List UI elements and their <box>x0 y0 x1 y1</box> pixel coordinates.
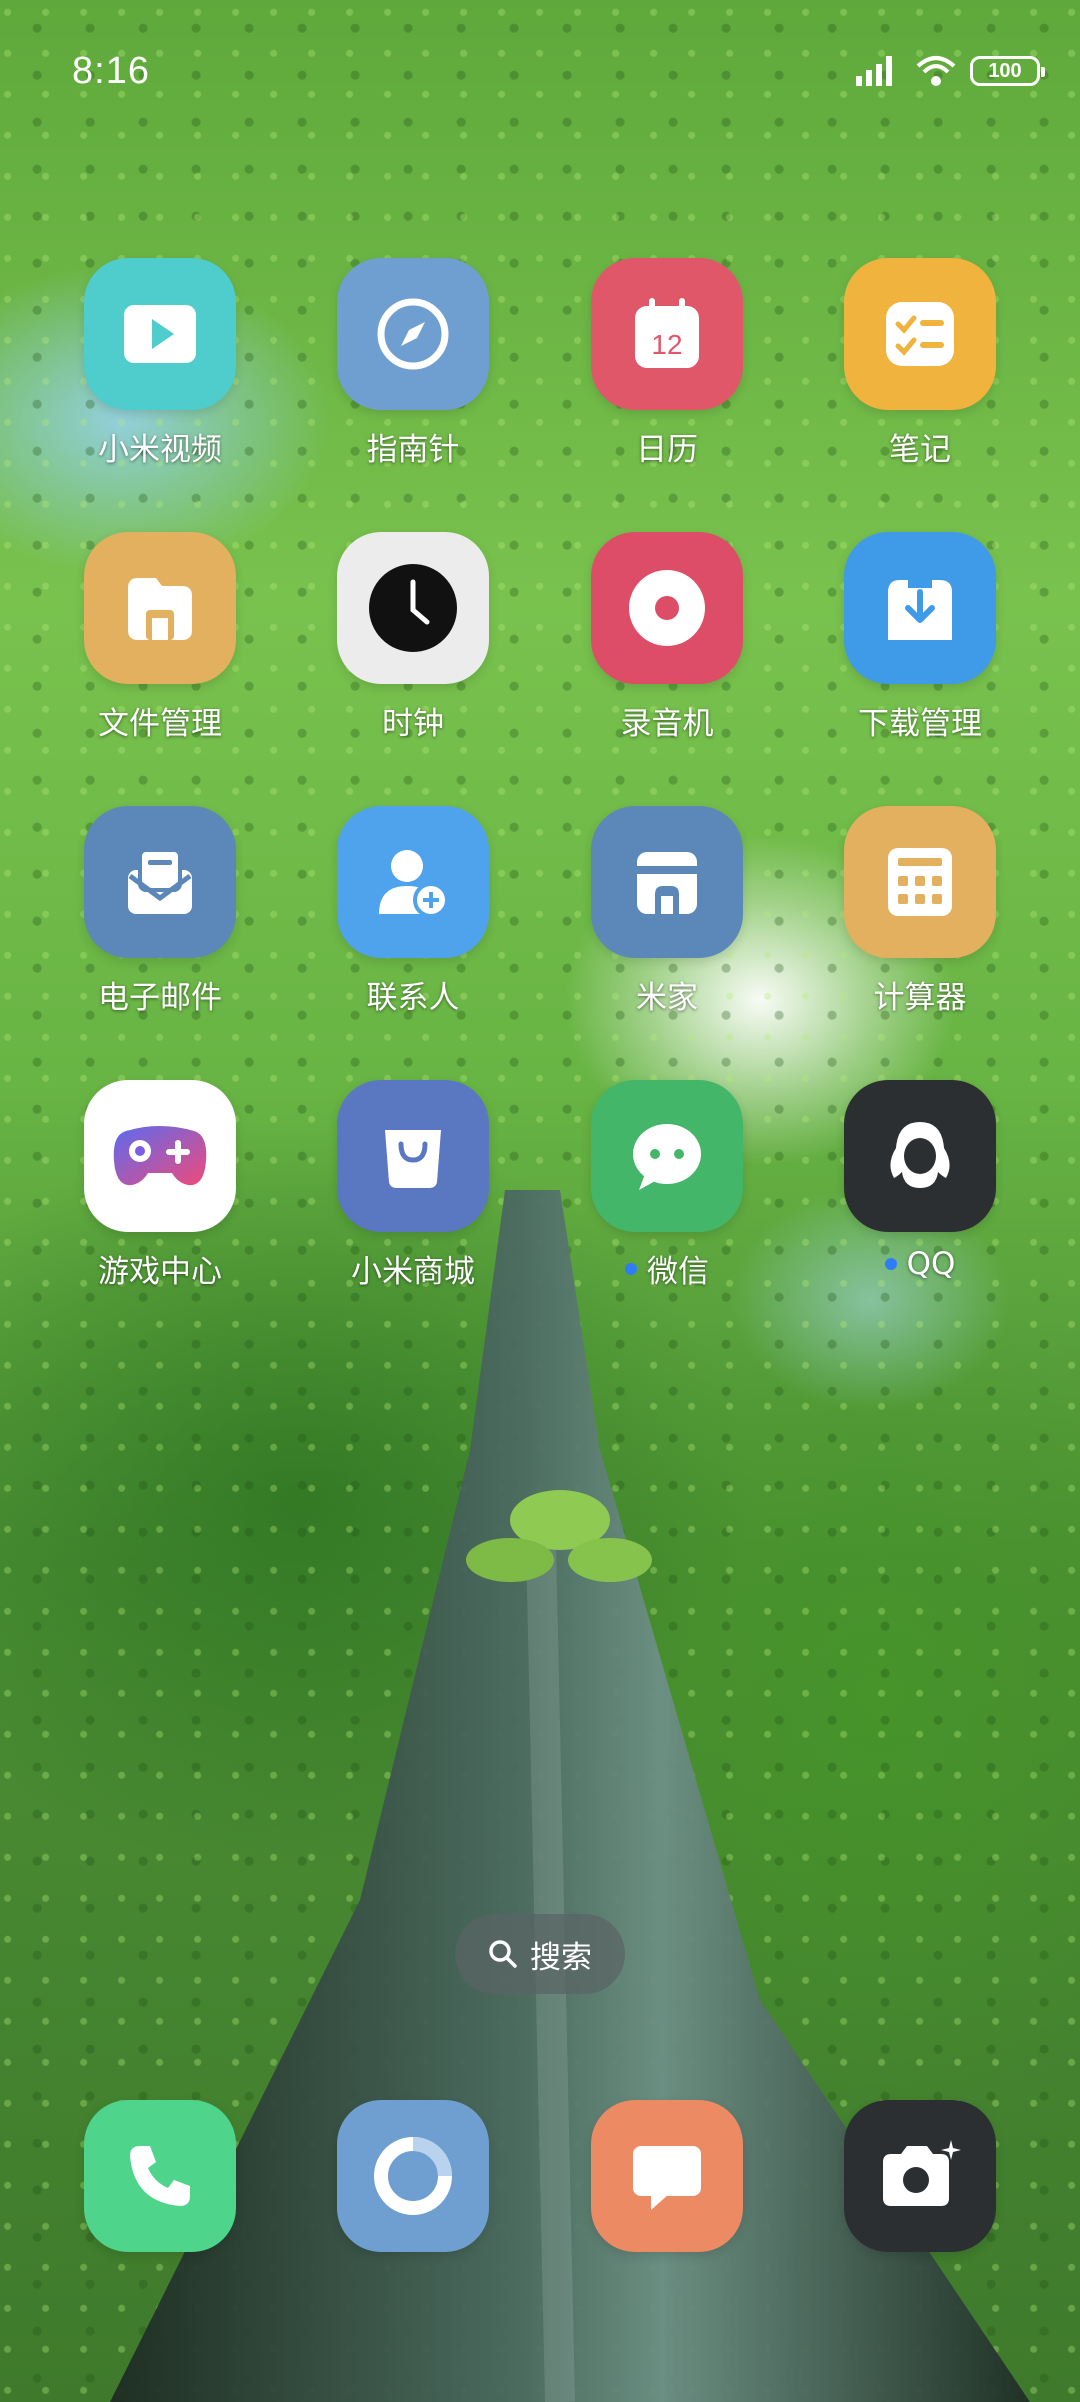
recorder-icon <box>591 532 743 684</box>
camera-icon <box>844 2100 996 2252</box>
app-mijia[interactable]: 米家 <box>557 806 777 1017</box>
battery-indicator: 100 <box>970 56 1045 86</box>
app-file-manager[interactable]: 文件管理 <box>50 532 270 743</box>
shopping-bag-icon <box>337 1080 489 1232</box>
new-install-dot <box>884 1258 897 1270</box>
message-icon <box>591 2100 743 2252</box>
app-qq[interactable]: QQ <box>810 1080 1030 1282</box>
app-email[interactable]: 电子邮件 <box>50 806 270 1017</box>
download-icon <box>844 532 996 684</box>
clock-icon <box>337 532 489 684</box>
dock-phone[interactable] <box>50 2100 270 2252</box>
new-install-dot <box>625 1262 637 1275</box>
app-label: 日历 <box>636 432 698 468</box>
browser-ring-icon <box>337 2100 489 2252</box>
dock-messages[interactable] <box>557 2100 777 2252</box>
mijia-home-icon <box>591 806 743 958</box>
calculator-icon <box>844 806 996 958</box>
dock-camera[interactable] <box>810 2100 1030 2252</box>
app-label: 指南针 <box>366 432 460 468</box>
app-compass[interactable]: 指南针 <box>303 258 523 469</box>
app-label-with-dot: QQ <box>884 1246 956 1282</box>
app-game-center[interactable]: 游戏中心 <box>50 1080 270 1291</box>
status-icons: 100 <box>856 54 1045 88</box>
contacts-icon <box>337 806 489 958</box>
app-label: 联系人 <box>366 980 460 1016</box>
wechat-icon <box>591 1080 743 1232</box>
app-label: 微信 <box>647 1254 709 1290</box>
video-play-icon <box>84 258 236 410</box>
app-label: 小米商城 <box>351 1254 475 1290</box>
status-bar: 8:16 100 <box>0 0 1080 150</box>
app-label: 米家 <box>636 980 698 1016</box>
app-label: 计算器 <box>873 980 967 1016</box>
app-contacts[interactable]: 联系人 <box>303 806 523 1017</box>
notes-checklist-icon <box>844 258 996 410</box>
search-button[interactable]: 搜索 <box>455 1914 625 1994</box>
qq-penguin-icon <box>844 1080 996 1232</box>
app-label: 下载管理 <box>858 706 982 742</box>
app-label: 电子邮件 <box>98 980 222 1016</box>
app-label: QQ <box>906 1246 956 1282</box>
search-icon <box>489 1940 517 1968</box>
app-mi-video[interactable]: 小米视频 <box>50 258 270 469</box>
app-wechat[interactable]: 微信 <box>557 1080 777 1291</box>
app-recorder[interactable]: 录音机 <box>557 532 777 743</box>
app-mi-store[interactable]: 小米商城 <box>303 1080 523 1291</box>
mail-icon <box>84 806 236 958</box>
app-label: 时钟 <box>382 706 444 742</box>
dock-browser[interactable] <box>303 2100 523 2252</box>
app-label: 小米视频 <box>98 432 222 468</box>
app-notes[interactable]: 笔记 <box>810 258 1030 469</box>
app-calculator[interactable]: 计算器 <box>810 806 1030 1017</box>
folder-icon <box>84 532 236 684</box>
wifi-icon <box>916 56 956 86</box>
app-label: 文件管理 <box>98 706 222 742</box>
app-downloads[interactable]: 下载管理 <box>810 532 1030 743</box>
calendar-day: 12 <box>651 329 682 360</box>
app-label: 笔记 <box>889 432 951 468</box>
phone-icon <box>84 2100 236 2252</box>
gamepad-icon <box>84 1080 236 1232</box>
app-label-with-dot: 微信 <box>625 1246 709 1291</box>
signal-icon <box>856 56 892 86</box>
app-clock[interactable]: 时钟 <box>303 532 523 743</box>
status-time: 8:16 <box>72 50 150 92</box>
compass-icon <box>337 258 489 410</box>
app-label: 录音机 <box>620 706 714 742</box>
app-calendar[interactable]: 12 日历 <box>557 258 777 469</box>
app-label: 游戏中心 <box>98 1254 222 1290</box>
calendar-icon: 12 <box>591 258 743 410</box>
search-label: 搜索 <box>530 1939 592 1976</box>
